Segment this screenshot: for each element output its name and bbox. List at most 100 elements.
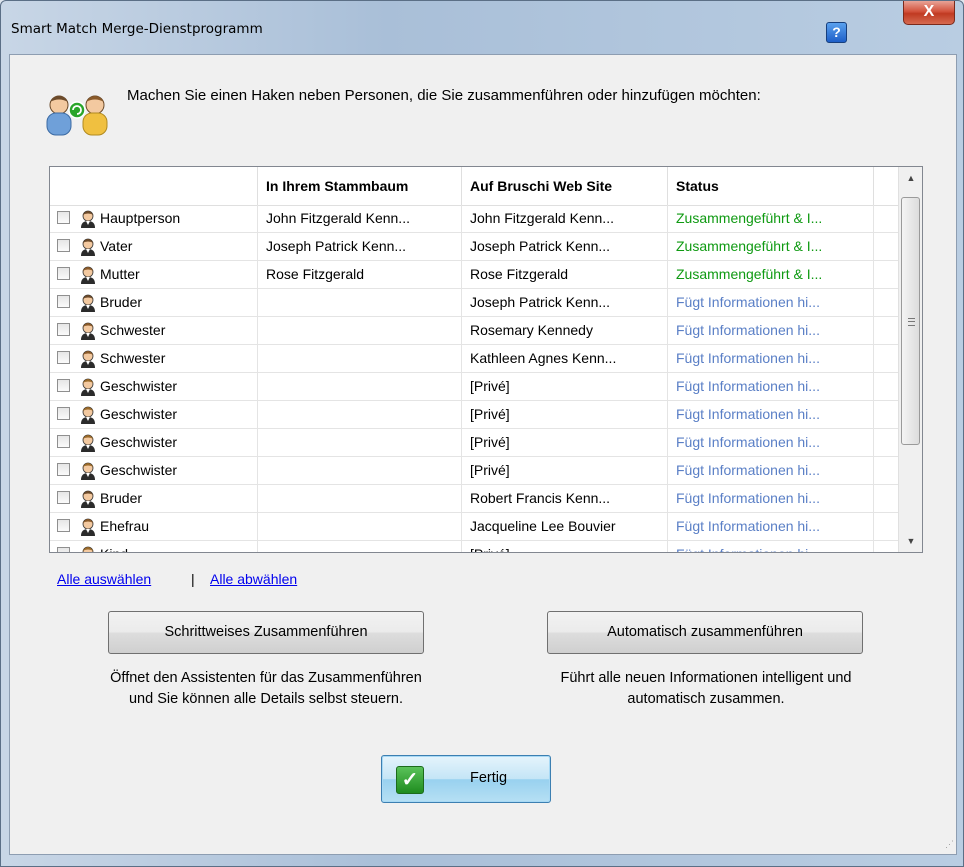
row-checkbox[interactable]	[57, 267, 70, 280]
person-unknown-icon	[81, 462, 95, 480]
relation-label: Bruder	[100, 490, 143, 506]
row-checkbox[interactable]	[57, 547, 70, 552]
relation-label: Vater	[100, 238, 133, 254]
relation-label: Geschwister	[100, 406, 178, 422]
column-header-relation[interactable]	[50, 167, 258, 205]
person-unknown-icon	[82, 546, 94, 552]
tree-name-cell: Joseph Patrick Kenn...	[258, 233, 462, 260]
help-button[interactable]: ?	[826, 22, 847, 43]
status-cell: Fügt Informationen hi...	[668, 373, 874, 400]
row-checkbox[interactable]	[57, 463, 70, 476]
table-row[interactable]: Bruder Robert Francis Kenn... Fügt Informa…	[50, 485, 898, 513]
link-separator: |	[191, 571, 195, 587]
table-row[interactable]: Vater Joseph Patrick Kenn... Joseph Patric…	[50, 233, 898, 261]
row-checkbox[interactable]	[57, 351, 70, 364]
tree-name-cell	[258, 401, 462, 428]
table-row[interactable]: Geschwister [Privé] Fügt Informationen hi.…	[50, 401, 898, 429]
checkmark-icon: ✓	[396, 766, 424, 794]
done-button-label: Fertig	[470, 770, 508, 786]
table-row[interactable]: Schwester Rosemary Kennedy Fügt Informatio…	[50, 317, 898, 345]
person-male-icon	[81, 294, 95, 312]
tree-name-cell: Rose Fitzgerald	[258, 261, 462, 288]
relation-label: Mutter	[100, 266, 140, 282]
person-female-icon	[81, 266, 95, 284]
row-checkbox[interactable]	[57, 379, 70, 392]
row-checkbox[interactable]	[57, 239, 70, 252]
relation-cell: Hauptperson	[50, 205, 258, 232]
row-checkbox[interactable]	[57, 491, 70, 504]
auto-merge-desc-line2: automatisch zusammen.	[627, 691, 785, 707]
scrollbar-thumb[interactable]	[901, 197, 920, 445]
row-checkbox[interactable]	[57, 295, 70, 308]
relation-cell: Geschwister	[50, 429, 258, 456]
person-male-icon	[81, 210, 95, 228]
site-name-cell: John Fitzgerald Kenn...	[462, 205, 668, 232]
status-cell: Fügt Informationen hi...	[668, 541, 874, 552]
auto-merge-button[interactable]: Automatisch zusammenführen	[547, 611, 863, 654]
row-checkbox[interactable]	[57, 323, 70, 336]
site-name-cell: [Privé]	[462, 541, 668, 552]
tree-name-cell	[258, 345, 462, 372]
table-row[interactable]: Ehefrau Jacqueline Lee Bouvier Fügt Inform…	[50, 513, 898, 541]
row-checkbox[interactable]	[57, 211, 70, 224]
row-checkbox[interactable]	[57, 407, 70, 420]
site-name-cell: [Privé]	[462, 373, 668, 400]
tree-name-cell	[258, 541, 462, 552]
status-cell: Zusammengeführt & I...	[668, 233, 874, 260]
site-name-cell: Joseph Patrick Kenn...	[462, 233, 668, 260]
relation-label: Hauptperson	[100, 210, 181, 226]
deselect-all-link[interactable]: Alle abwählen	[210, 571, 297, 587]
title-bar[interactable]: Smart Match Merge-Dienstprogramm ? X	[1, 1, 963, 43]
dialog-window: Smart Match Merge-Dienstprogramm ? X Mac…	[0, 0, 964, 867]
merge-people-icon	[46, 95, 108, 136]
table-row[interactable]: Kind [Privé]Fügt Informationen hi...	[50, 541, 898, 552]
row-checkbox[interactable]	[57, 435, 70, 448]
site-name-cell: Kathleen Agnes Kenn...	[462, 345, 668, 372]
vertical-scrollbar[interactable]: ▲ ▼	[898, 167, 922, 552]
status-cell: Fügt Informationen hi...	[668, 345, 874, 372]
site-name-cell: Rosemary Kennedy	[462, 317, 668, 344]
person-unknown-icon	[81, 434, 95, 452]
relation-cell: Geschwister	[50, 457, 258, 484]
table-row[interactable]: Geschwister [Privé] Fügt Informationen hi.…	[50, 373, 898, 401]
scroll-down-arrow-icon[interactable]: ▼	[899, 530, 922, 552]
tree-name-cell	[258, 289, 462, 316]
relation-cell: Mutter	[50, 261, 258, 288]
scroll-up-arrow-icon[interactable]: ▲	[899, 167, 922, 189]
person-unknown-icon	[81, 406, 95, 424]
step-merge-description: Öffnet den Assistenten für das Zusammenf…	[41, 668, 491, 710]
tree-name-cell	[258, 373, 462, 400]
select-all-link[interactable]: Alle auswählen	[57, 571, 151, 587]
table-row[interactable]: Schwester Kathleen Agnes Kenn... Fügt Info…	[50, 345, 898, 373]
status-cell: Fügt Informationen hi...	[668, 429, 874, 456]
tree-name-cell	[258, 485, 462, 512]
column-header-site[interactable]: Auf Bruschi Web Site	[462, 167, 668, 205]
table-row[interactable]: Hauptperson John Fitzgerald Kenn... John F…	[50, 205, 898, 233]
step-merge-button[interactable]: Schrittweises Zusammenführen	[108, 611, 424, 654]
tree-name-cell	[258, 513, 462, 540]
resize-grip-icon[interactable]: ⋰	[945, 839, 955, 849]
auto-merge-desc-line1: Führt alle neuen Informationen intellige…	[560, 670, 852, 686]
table-row[interactable]: Geschwister [Privé] Fügt Informationen hi.…	[50, 429, 898, 457]
column-header-tree[interactable]: In Ihrem Stammbaum	[258, 167, 462, 205]
instruction-text: Machen Sie einen Haken neben Personen, d…	[127, 87, 761, 104]
relation-label: Geschwister	[100, 462, 178, 478]
relation-cell: Bruder	[50, 289, 258, 316]
table-row[interactable]: Bruder Joseph Patrick Kenn... Fügt Informa…	[50, 289, 898, 317]
done-button[interactable]: ✓ Fertig	[381, 755, 551, 803]
relation-label: Geschwister	[100, 434, 178, 450]
site-name-cell: Jacqueline Lee Bouvier	[462, 513, 668, 540]
tree-name-cell: John Fitzgerald Kenn...	[258, 205, 462, 232]
person-female-icon	[81, 518, 95, 536]
site-name-cell: Joseph Patrick Kenn...	[462, 289, 668, 316]
close-button[interactable]: X	[903, 1, 955, 25]
column-header-status[interactable]: Status	[668, 167, 874, 205]
relation-label: Ehefrau	[100, 518, 150, 534]
row-checkbox[interactable]	[57, 519, 70, 532]
person-grid[interactable]: In Ihrem Stammbaum Auf Bruschi Web Site …	[49, 166, 923, 553]
relation-label: Geschwister	[100, 378, 178, 394]
table-row[interactable]: Geschwister [Privé] Fügt Informationen hi.…	[50, 457, 898, 485]
status-cell: Fügt Informationen hi...	[668, 513, 874, 540]
table-row[interactable]: Mutter Rose Fitzgerald Rose Fitzgerald Zusa…	[50, 261, 898, 289]
relation-cell: Bruder	[50, 485, 258, 512]
